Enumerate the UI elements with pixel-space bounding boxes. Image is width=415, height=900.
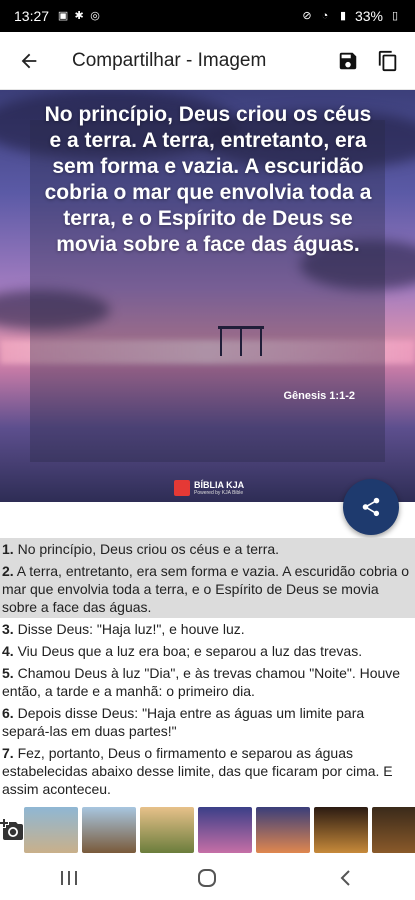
bible-logo-icon: [174, 480, 190, 496]
verse-item[interactable]: 4. Viu Deus que a luz era boa; e separou…: [0, 640, 415, 662]
pinwheel-icon: ✱: [74, 10, 84, 22]
gallery-icon: ▣: [57, 10, 69, 22]
background-picker: [0, 800, 415, 860]
home-icon: [198, 868, 217, 887]
verse-number: 6.: [2, 705, 14, 721]
copy-button[interactable]: [373, 46, 403, 76]
camera-add-icon: [0, 819, 23, 840]
share-button[interactable]: [343, 479, 399, 535]
verse-item[interactable]: 1. No princípio, Deus criou os céus e a …: [0, 538, 415, 560]
back-nav-button[interactable]: [335, 867, 357, 894]
verse-text: No princípio, Deus criou os céus e a ter…: [13, 541, 280, 557]
verse-text: A terra, entretanto, era sem forma e vaz…: [2, 563, 410, 615]
verse-number: 3.: [2, 621, 14, 637]
verse-number: 4.: [2, 643, 14, 659]
status-time: 13:27: [14, 8, 50, 24]
thumb-field[interactable]: [140, 807, 194, 853]
home-button[interactable]: [196, 867, 218, 894]
copy-icon: [378, 50, 397, 71]
share-icon: [362, 497, 380, 517]
system-navigation-bar: [0, 860, 415, 900]
thumb-pier[interactable]: [24, 807, 78, 853]
thumb-sunset[interactable]: [256, 807, 310, 853]
brand-subtitle: Powered by KJA Bible: [194, 489, 244, 496]
verse-number: 5.: [2, 665, 14, 681]
thumb-purple-sea[interactable]: [198, 807, 252, 853]
thumb-dock[interactable]: [82, 807, 136, 853]
brand-name: BÍBLIA KJA: [194, 479, 245, 490]
verse-item[interactable]: 6. Depois disse Deus: "Haja entre as águ…: [0, 702, 415, 742]
verse-text: Disse Deus: "Haja luz!", e houve luz.: [13, 621, 245, 637]
recent-apps-button[interactable]: [58, 868, 80, 893]
verse-number: 1.: [2, 541, 14, 557]
page-title: Compartilhar - Imagem: [72, 49, 267, 71]
verse-number: 2.: [2, 563, 14, 579]
save-button[interactable]: [333, 46, 363, 76]
verse-text: Viu Deus que a luz era boa; e separou a …: [13, 643, 363, 659]
image-verse-text: No princípio, Deus criou os céus e a ter…: [44, 103, 372, 256]
signal-icon: ▮: [339, 10, 346, 22]
back-button[interactable]: [0, 32, 58, 90]
whatsapp-icon: ◎: [90, 10, 100, 22]
status-bar: 13:27 ▣ ✱ ◎ ⊘ ◔ ▮ 33% ▯: [0, 0, 415, 32]
app-bar: Compartilhar - Imagem: [0, 32, 415, 90]
chevron-left-icon: [340, 869, 350, 886]
back-arrow-icon: [21, 53, 37, 68]
thumb-bokeh[interactable]: [314, 807, 368, 853]
wifi-icon: ◔: [321, 10, 329, 22]
verse-text: Depois disse Deus: "Haja entre as águas …: [2, 705, 365, 739]
verse-number: 7.: [2, 745, 14, 761]
brand-watermark: BÍBLIA KJA Powered by KJA Bible: [174, 480, 244, 496]
save-icon: [339, 52, 357, 69]
verse-text: Fez, portanto, Deus o firmamento e separ…: [2, 745, 393, 797]
thumb-dark[interactable]: [372, 807, 415, 853]
battery-text: 33%: [354, 8, 383, 24]
mute-icon: ⊘: [302, 10, 312, 22]
verse-item[interactable]: 7. Fez, portanto, Deus o firmamento e se…: [0, 742, 415, 800]
camera-button[interactable]: [0, 800, 24, 860]
verse-item[interactable]: 5. Chamou Deus à luz "Dia", e às trevas …: [0, 662, 415, 702]
verse-item[interactable]: 3. Disse Deus: "Haja luz!", e houve luz.: [0, 618, 415, 640]
battery-icon: ▯: [391, 10, 399, 22]
image-verse-reference: Gênesis 1:1-2: [283, 390, 355, 402]
verse-list[interactable]: 1. No princípio, Deus criou os céus e a …: [0, 538, 415, 800]
verse-item[interactable]: 2. A terra, entretanto, era sem forma e …: [0, 560, 415, 618]
verse-text: Chamou Deus à luz "Dia", e às trevas cha…: [2, 665, 401, 699]
recent-apps-icon: [61, 870, 78, 885]
